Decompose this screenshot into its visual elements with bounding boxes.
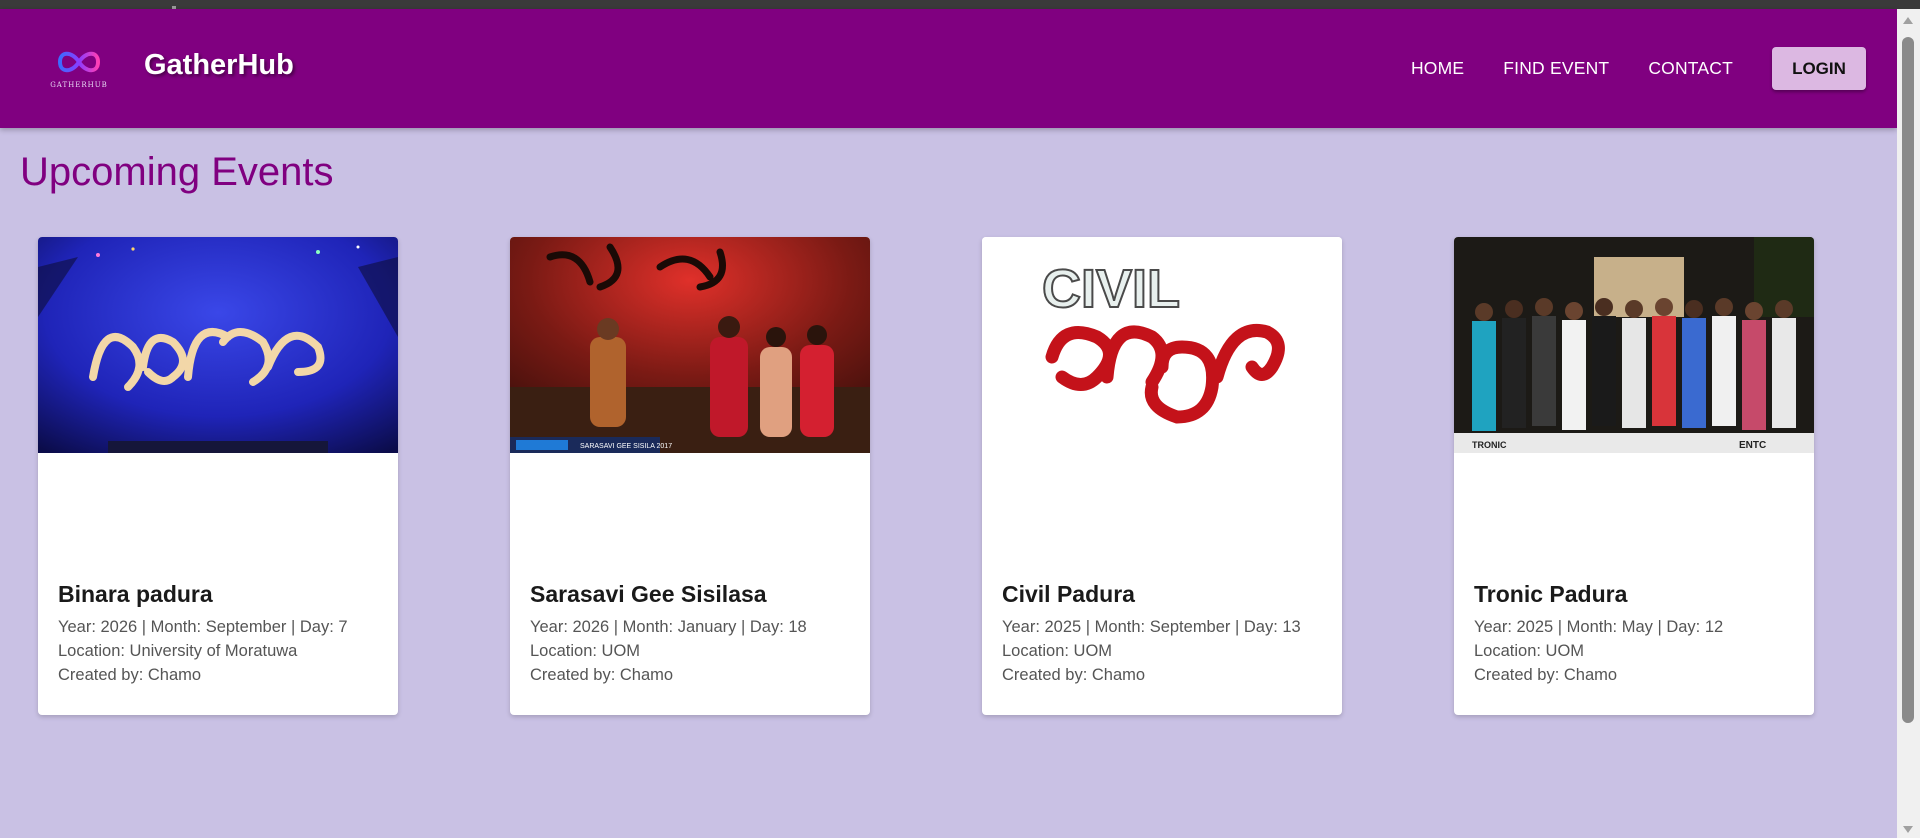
vertical-scrollbar[interactable] (1897, 9, 1920, 838)
event-card-binara-padura[interactable]: Binara padura Year: 2026 | Month: Septem… (38, 237, 398, 715)
event-title: Tronic Padura (1474, 581, 1628, 607)
event-image (38, 237, 398, 453)
infinity-logo-icon (57, 51, 101, 73)
event-creator: Created by: Chamo (1474, 666, 1618, 684)
event-title: Sarasavi Gee Sisilasa (530, 581, 767, 607)
event-location: Location: UOM (1474, 642, 1585, 660)
event-details: Sarasavi Gee Sisilasa Year: 2026 | Month… (530, 581, 858, 687)
login-button[interactable]: LOGIN (1772, 47, 1866, 90)
event-date: Year: 2025 | Month: May | Day: 12 (1474, 618, 1724, 636)
scroll-up-arrow-icon[interactable] (1903, 17, 1913, 24)
nav-find-event[interactable]: FIND EVENT (1503, 58, 1609, 79)
nav-home[interactable]: HOME (1411, 58, 1464, 79)
logo[interactable]: GATHERHUB (44, 45, 114, 97)
event-location: Location: University of Moratuwa (58, 642, 298, 660)
event-title: Binara padura (58, 581, 213, 607)
event-title: Civil Padura (1002, 581, 1135, 607)
event-image: CIVIL (982, 237, 1342, 453)
event-creator: Created by: Chamo (1002, 666, 1146, 684)
event-details: Civil Padura Year: 2025 | Month: Septemb… (1002, 581, 1330, 687)
event-date: Year: 2026 | Month: January | Day: 18 (530, 618, 807, 636)
svg-text:SARASAVI GEE SISILA 2017: SARASAVI GEE SISILA 2017 (580, 443, 672, 450)
event-date: Year: 2026 | Month: September | Day: 7 (58, 618, 348, 636)
event-details: Tronic Padura Year: 2025 | Month: May | … (1474, 581, 1802, 687)
scroll-down-arrow-icon[interactable] (1903, 826, 1913, 833)
event-card-sarasavi-gee-sisilasa[interactable]: SARASAVI GEE SISILA 2017 Sarasavi Gee Si… (510, 237, 870, 715)
svg-text:TRONIC: TRONIC (1472, 440, 1507, 450)
nav-links: HOME FIND EVENT CONTACT LOGIN (1411, 47, 1866, 90)
event-creator: Created by: Chamo (58, 666, 202, 684)
event-location: Location: UOM (530, 642, 641, 660)
nav-contact[interactable]: CONTACT (1648, 58, 1733, 79)
event-location: Location: UOM (1002, 642, 1113, 660)
event-date: Year: 2025 | Month: September | Day: 13 (1002, 618, 1301, 636)
event-image: TRONIC ENTC (1454, 237, 1814, 453)
event-details: Binara padura Year: 2026 | Month: Septem… (58, 581, 386, 687)
brand-name[interactable]: GatherHub (144, 49, 294, 82)
browser-top-strip (0, 0, 1920, 9)
logo-caption: GATHERHUB (50, 81, 108, 89)
event-card-civil-padura[interactable]: CIVIL Civil Padura Year: 2025 | Month: S… (982, 237, 1342, 715)
navbar: GATHERHUB GatherHub HOME FIND EVENT CONT… (0, 9, 1897, 128)
event-card-tronic-padura[interactable]: TRONIC ENTC Tronic Padura Year: 2025 | M… (1454, 237, 1814, 715)
scroll-thumb[interactable] (1902, 37, 1914, 723)
event-creator: Created by: Chamo (530, 666, 674, 684)
svg-text:ENTC: ENTC (1739, 440, 1766, 451)
page-title: Upcoming Events (20, 150, 334, 194)
event-image: SARASAVI GEE SISILA 2017 (510, 237, 870, 453)
svg-text:CIVIL: CIVIL (1042, 259, 1180, 319)
